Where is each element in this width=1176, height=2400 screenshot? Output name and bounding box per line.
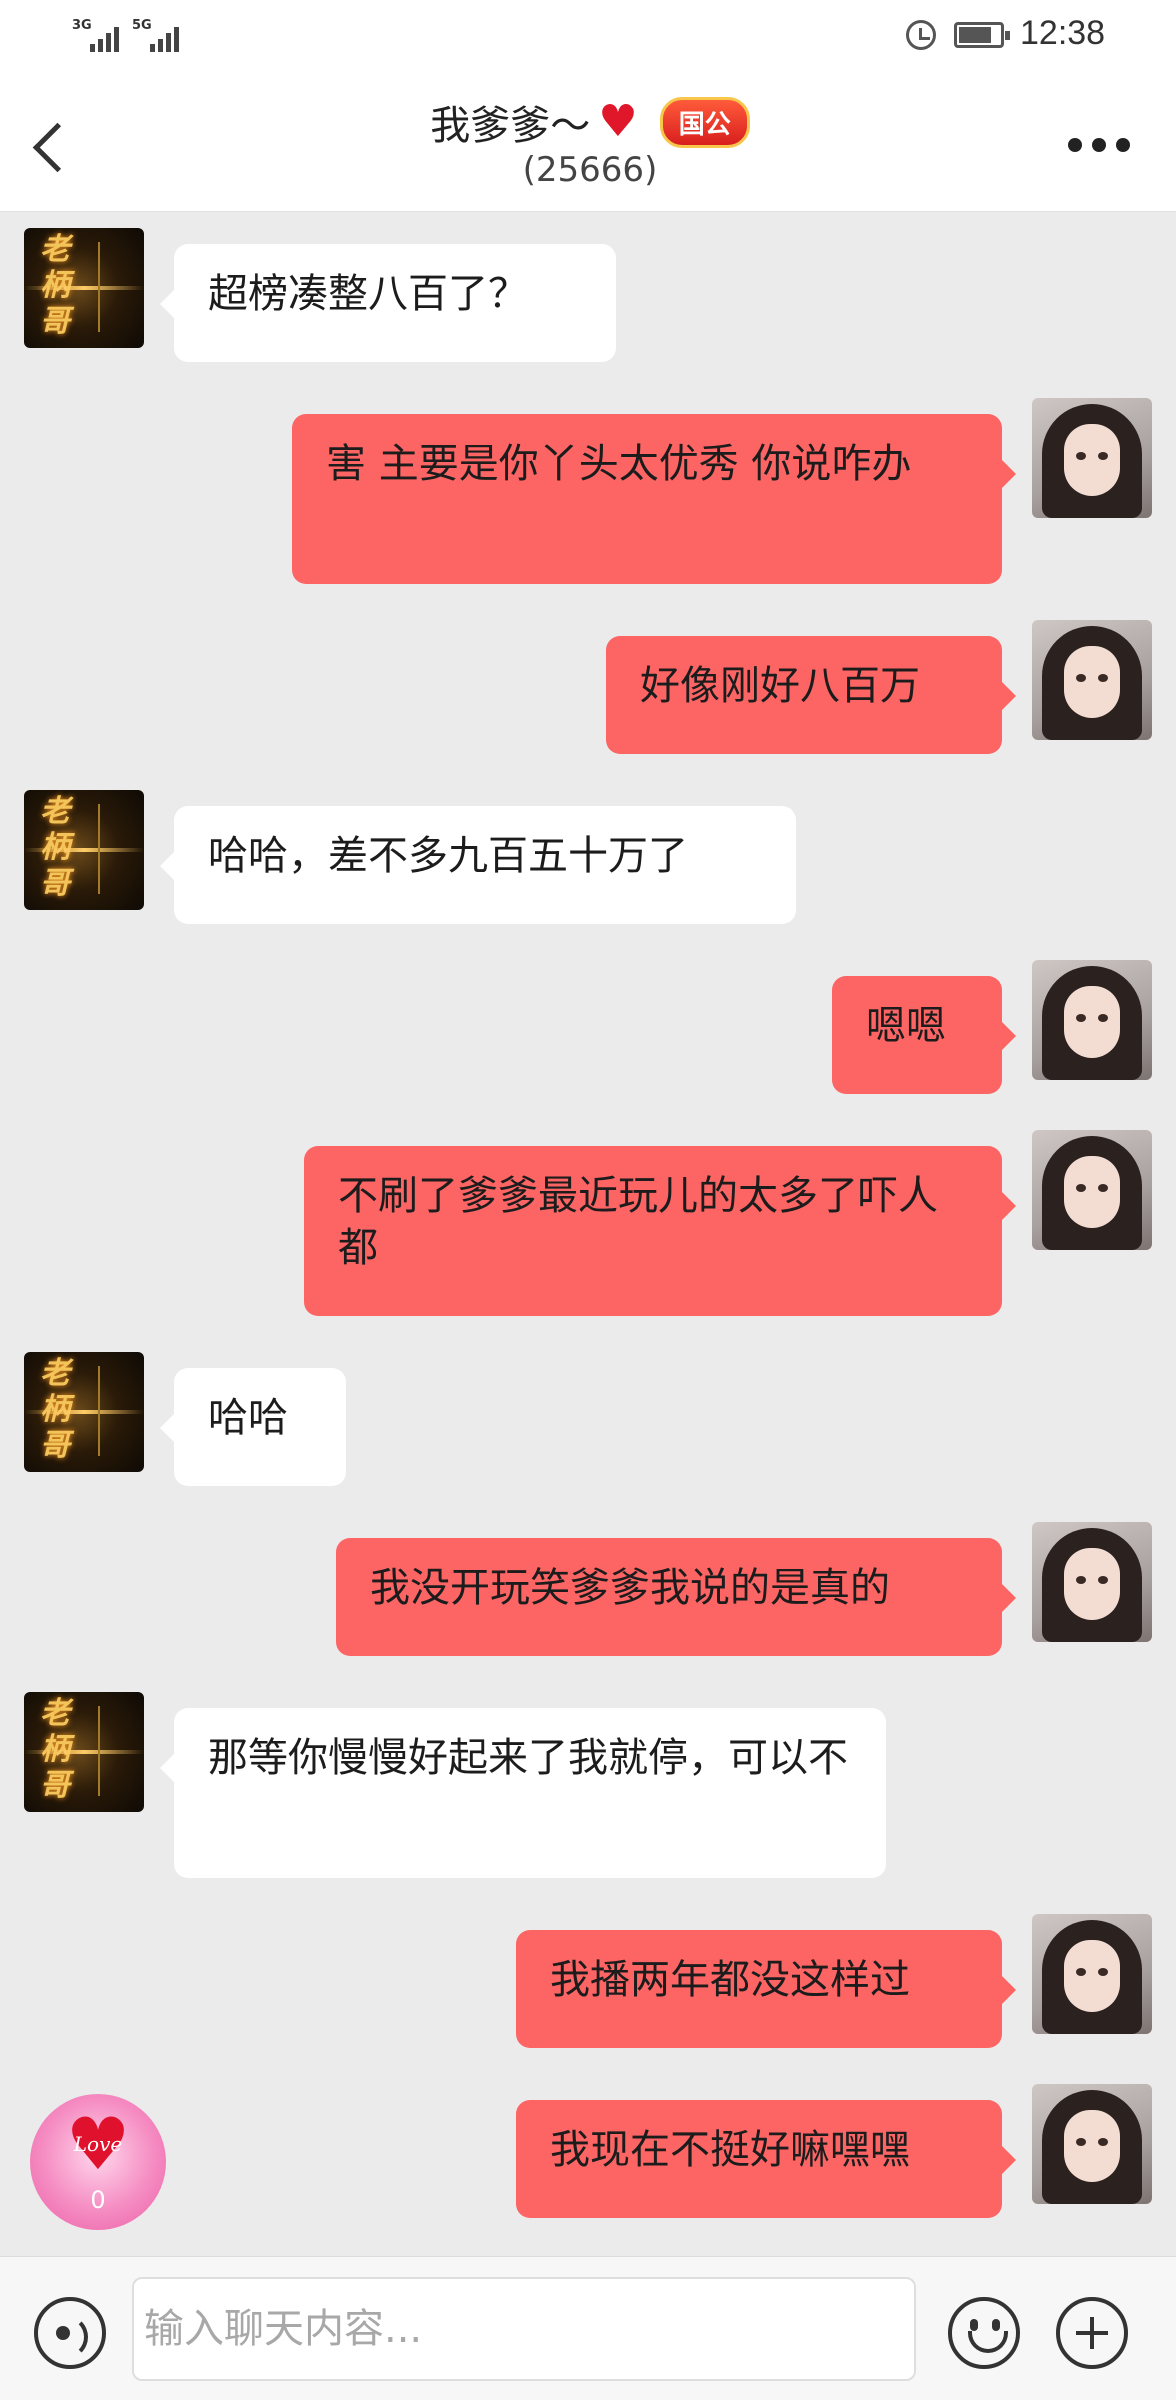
message-bubble-right[interactable]: 害 主要是你丫头太优秀 你说咋办 <box>292 414 1016 584</box>
plus-icon[interactable] <box>1056 2297 1128 2369</box>
alarm-icon <box>906 20 936 50</box>
message-bubble-left[interactable]: 那等你慢慢好起来了我就停，可以不 <box>160 1708 886 1878</box>
love-gift-button[interactable]: ♥ Love 0 <box>30 2094 166 2230</box>
rank-badge: 国公 <box>659 96 750 148</box>
love-label: Love <box>73 2132 123 2156</box>
message-bubble-right[interactable]: 我现在不挺好嘛嘿嘿 <box>516 2100 1016 2218</box>
battery-icon <box>954 22 1010 48</box>
love-count: 0 <box>90 2186 106 2214</box>
message-bubble-right[interactable]: 不刷了爹爹最近玩儿的太多了吓人都 <box>304 1146 1016 1316</box>
avatar[interactable] <box>1032 1130 1152 1250</box>
message-bubble-left[interactable]: 超榜凑整八百了？ <box>160 244 616 362</box>
avatar[interactable]: 老柄哥 <box>24 228 144 348</box>
chat-title: 我爹爹～ <box>430 103 591 149</box>
voice-input-icon[interactable] <box>34 2297 106 2369</box>
signal-bars-icon <box>150 26 182 52</box>
avatar[interactable] <box>1032 620 1152 740</box>
avatar[interactable]: 老柄哥 <box>24 1692 144 1812</box>
message-bubble-right[interactable]: 嗯嗯 <box>832 976 1016 1094</box>
chat-header: 我爹爹～ ♥ 国公 (25666) <box>0 72 1176 212</box>
avatar[interactable] <box>1032 1522 1152 1642</box>
avatar[interactable]: 老柄哥 <box>24 790 144 910</box>
back-arrow-icon[interactable] <box>30 118 70 174</box>
more-options-icon[interactable] <box>1068 132 1132 156</box>
chat-title-row: 我爹爹～ ♥ 国公 <box>400 92 780 152</box>
network-type-label: 3G <box>72 18 92 33</box>
avatar[interactable] <box>1032 960 1152 1080</box>
signal-bars-icon <box>90 26 122 52</box>
avatar[interactable] <box>1032 2084 1152 2204</box>
chat-message-input[interactable] <box>132 2277 916 2381</box>
message-bubble-right[interactable]: 我没开玩笑爹爹我说的是真的 <box>336 1538 1016 1656</box>
avatar[interactable] <box>1032 398 1152 518</box>
chat-input-bar <box>0 2256 1176 2400</box>
network-type-label: 5G <box>132 18 152 33</box>
message-bubble-right[interactable]: 好像刚好八百万 <box>606 636 1016 754</box>
status-clock: 12:38 <box>1020 14 1106 52</box>
chat-subtitle: (25666) <box>522 150 658 190</box>
message-bubble-left[interactable]: 哈哈 <box>160 1368 346 1486</box>
status-bar: 3G 5G 12:38 <box>0 0 1176 72</box>
message-bubble-right[interactable]: 我播两年都没这样过 <box>516 1930 1016 2048</box>
heart-icon: ♥ <box>598 96 638 147</box>
avatar[interactable]: 老柄哥 <box>24 1352 144 1472</box>
message-bubble-left[interactable]: 哈哈，差不多九百五十万了 <box>160 806 796 924</box>
avatar[interactable] <box>1032 1914 1152 2034</box>
emoji-icon[interactable] <box>948 2297 1020 2369</box>
